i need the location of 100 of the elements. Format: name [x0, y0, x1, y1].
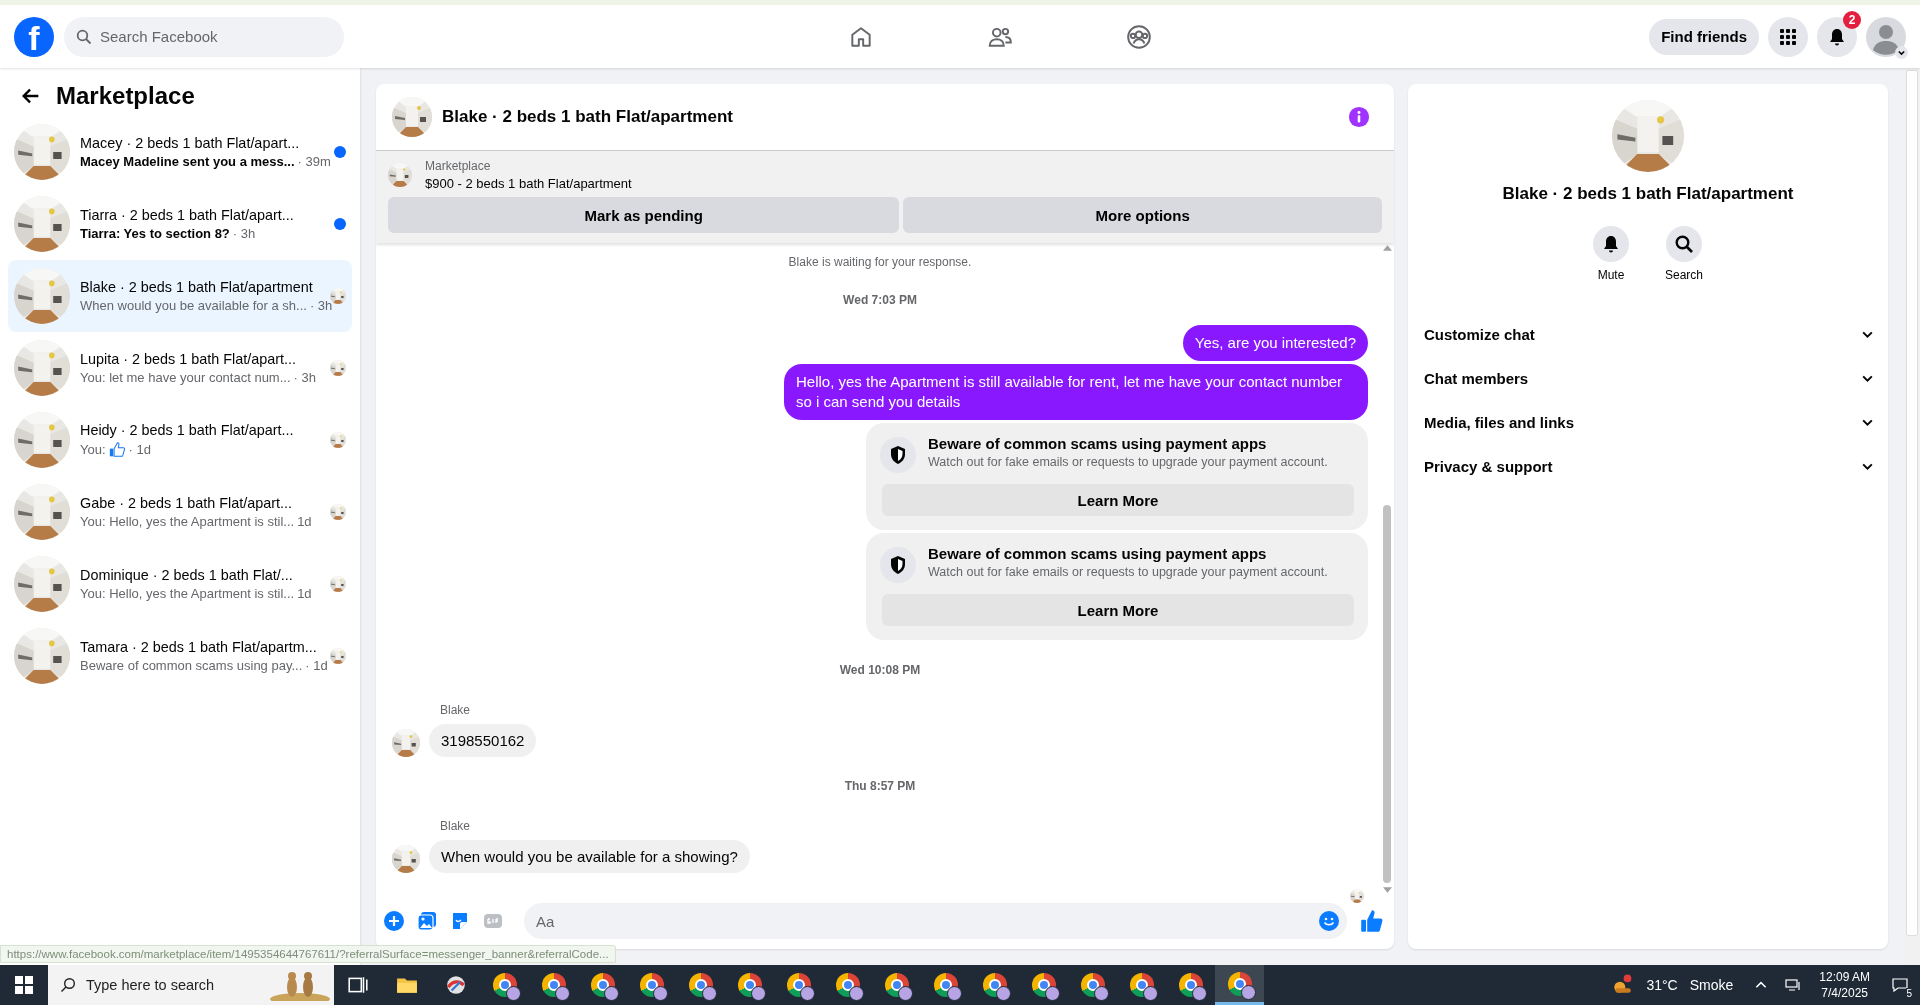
- menu-button[interactable]: [1768, 16, 1808, 57]
- learn-more-button[interactable]: Learn More: [882, 594, 1354, 626]
- conversation-item[interactable]: Lupita · 2 beds 1 bath Flat/apart... You: let me have your contact num... · 3h: [8, 332, 352, 404]
- learn-more-button[interactable]: Learn More: [882, 484, 1354, 516]
- message-time: 1d: [297, 586, 312, 601]
- status-notice: Blake is waiting for your response.: [787, 255, 973, 269]
- message-time: · 3h: [232, 226, 256, 241]
- warning-text: Watch out for fake emails or requests to upgrade your payment account.: [928, 565, 1328, 579]
- message-input[interactable]: Aa: [524, 903, 1347, 939]
- action-label: Search: [1665, 268, 1703, 282]
- info-icon[interactable]: [1348, 106, 1370, 128]
- message-preview: You: Hello, yes the Apartment is stil...: [80, 514, 295, 529]
- sender-name: Blake: [440, 703, 472, 717]
- status-url: https://www.facebook.com/marketplace/item/1495354644767611/?referralSurface=messenger_banner&referralCode...: [0, 945, 616, 963]
- received-message: When would you be available for a showing?: [429, 840, 750, 873]
- conversation-item[interactable]: Macey · 2 beds 1 bath Flat/apart... Macey Madeline sent you a mess... · 39m: [8, 116, 352, 188]
- emoji-icon[interactable]: [1319, 911, 1339, 931]
- action-label: Mute: [1597, 268, 1625, 282]
- network-icon[interactable]: [1785, 978, 1802, 992]
- caret-icon: [1895, 45, 1908, 59]
- notification-center-button[interactable]: 5: [1880, 965, 1920, 1005]
- listing-action-button[interactable]: More options: [903, 197, 1382, 233]
- clock-time: 12:09 AM: [1819, 969, 1870, 985]
- warning-text: Watch out for fake emails or requests to upgrade your payment account.: [928, 455, 1328, 469]
- chat-bubble-icon: [1892, 978, 1908, 992]
- conversation-item[interactable]: Tiarra · 2 beds 1 bath Flat/apart... Tiarra: Yes to section 8? · 3h: [8, 188, 352, 260]
- clock-date: 7/4/2025: [1821, 985, 1868, 1001]
- search-field[interactable]: Search Facebook: [64, 16, 344, 57]
- search-icon: [1674, 234, 1694, 254]
- listing-title[interactable]: $900 - 2 beds 1 bath Flat/apartment: [425, 176, 632, 191]
- scroll-down-icon[interactable]: [1382, 887, 1392, 893]
- grid-icon: [1778, 26, 1798, 47]
- conversation-title: Macey · 2 beds 1 bath Flat/apart...: [80, 135, 301, 151]
- scrollbar-thumb[interactable]: [1906, 70, 1918, 936]
- listing-action-button[interactable]: Mark as pending: [388, 197, 900, 233]
- message-time: · 39m: [297, 154, 331, 169]
- notifications-button[interactable]: [1817, 16, 1857, 57]
- details-section[interactable]: Chat members: [1424, 356, 1874, 400]
- plus-icon[interactable]: [384, 911, 404, 931]
- app-icon: [444, 974, 467, 996]
- search-icon: [60, 977, 76, 993]
- image-icon[interactable]: [417, 911, 437, 931]
- message-time: 1d: [297, 514, 312, 529]
- listing-label: Marketplace: [425, 159, 492, 173]
- profile-avatar[interactable]: [1866, 16, 1906, 57]
- received-message: 3198550162: [429, 724, 537, 757]
- message-time: · 1d: [128, 442, 151, 457]
- conversation-item[interactable]: Tamara · 2 beds 1 bath Flat/apartm... Beware of common scams using pay... · 1d: [8, 620, 352, 692]
- message-time: · 3h: [293, 370, 316, 385]
- meerkat-drawing: [270, 969, 330, 1001]
- taskbar-search-field[interactable]: Type here to search: [48, 965, 334, 1005]
- message-preview: You:: [80, 442, 106, 457]
- bell-icon: [1827, 26, 1847, 47]
- message-preview: You: let me have your contact num...: [80, 370, 291, 385]
- conversation-title: Heidy · 2 beds 1 bath Flat/apart...: [80, 422, 295, 438]
- conversation-item[interactable]: Gabe · 2 beds 1 bath Flat/apart... You: Hello, yes the Apartment is stil... 1d: [8, 476, 352, 548]
- sent-message: Yes, are you interested?: [1182, 325, 1368, 361]
- shield-icon: [880, 437, 916, 473]
- sticker-icon[interactable]: [450, 911, 470, 931]
- message-preview: Beware of common scams using pay...: [80, 658, 303, 673]
- shield-icon: [880, 547, 916, 583]
- temperature: 31°C: [1646, 977, 1678, 993]
- conversation-item[interactable]: Dominique · 2 beds 1 bath Flat/... You: Hello, yes the Apartment is stil... 1d: [8, 548, 352, 620]
- find-friends-button[interactable]: Find friends: [1649, 18, 1759, 55]
- details-section[interactable]: Media, files and links: [1424, 400, 1874, 444]
- facebook-logo[interactable]: f: [14, 16, 54, 57]
- weather-condition: Smoke: [1689, 977, 1734, 993]
- message-preview: Tiarra: Yes to section 8?: [80, 226, 230, 241]
- message-time: · 1d: [305, 658, 328, 673]
- bell-icon: [1601, 234, 1621, 254]
- notification-badge: 2: [1843, 10, 1861, 29]
- groups-icon[interactable]: [1126, 23, 1152, 50]
- timestamp: Wed 7:03 PM: [842, 293, 918, 307]
- conversation-title: Dominique · 2 beds 1 bath Flat/...: [80, 567, 294, 583]
- conversation-title: Tiarra · 2 beds 1 bath Flat/apart...: [80, 207, 295, 223]
- scroll-up-icon[interactable]: [1382, 245, 1392, 251]
- warning-title: Beware of common scams using payment apps: [928, 545, 1268, 562]
- weather-icon: [1611, 974, 1634, 996]
- message-preview: You: Hello, yes the Apartment is stil...: [80, 586, 295, 601]
- thumbs-up-icon[interactable]: [1360, 909, 1384, 933]
- conversation-item[interactable]: Heidy · 2 beds 1 bath Flat/apart... You: · 1d: [8, 404, 352, 476]
- timestamp: Thu 8:57 PM: [843, 779, 917, 793]
- sent-message: Hello, yes the Apartment is still available for rent, let me have your contact number so i can send you details: [784, 364, 1368, 420]
- search-button[interactable]: [1666, 226, 1702, 262]
- timestamp: Wed 10:08 PM: [838, 663, 922, 677]
- search-icon: [76, 28, 92, 45]
- message-time: · 3h: [309, 298, 333, 313]
- chat-title: Blake · 2 beds 1 bath Flat/apartment: [442, 107, 734, 127]
- details-section[interactable]: Privacy & support: [1424, 444, 1874, 488]
- conversation-title: Tamara · 2 beds 1 bath Flat/apartm...: [80, 639, 318, 655]
- task-view-icon[interactable]: [347, 974, 369, 996]
- sender-name: Blake: [440, 819, 472, 833]
- scrollbar-thumb[interactable]: [1383, 505, 1391, 883]
- conversation-item[interactable]: Blake · 2 beds 1 bath Flat/apartment When would you be available for a sh... · 3h: [8, 260, 352, 332]
- mute-button[interactable]: [1593, 226, 1629, 262]
- conversation-title: Gabe · 2 beds 1 bath Flat/apart...: [80, 495, 293, 511]
- message-preview: When would you be available for a sh...: [80, 298, 307, 313]
- details-section[interactable]: Customize chat: [1424, 312, 1874, 356]
- windows-start-icon[interactable]: [14, 975, 34, 995]
- taskbar-app[interactable]: [1215, 965, 1264, 1005]
